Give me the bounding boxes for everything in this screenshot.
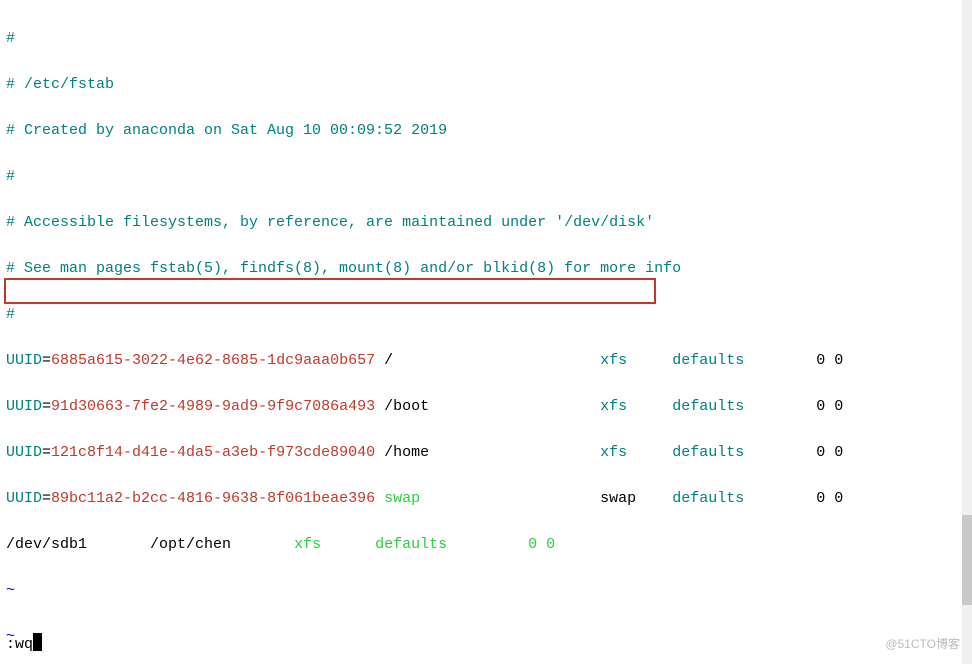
vim-command-text: :wq xyxy=(6,636,33,653)
device: /dev/sdb1 xyxy=(6,536,87,553)
fs-type: xfs xyxy=(600,444,627,461)
comment-line: # Created by anaconda on Sat Aug 10 00:0… xyxy=(6,122,447,139)
dump-pass: 0 0 xyxy=(816,352,843,369)
fs-type: xfs xyxy=(600,398,627,415)
vim-command-line[interactable]: :wq xyxy=(6,633,42,656)
comment-line: # xyxy=(6,30,15,47)
uuid-key: UUID xyxy=(6,490,42,507)
fs-type: xfs xyxy=(294,536,321,553)
dump-pass: 0 0 xyxy=(816,398,843,415)
uuid-value: 89bc11a2-b2cc-4816-9638-8f061beae396 xyxy=(51,490,375,507)
uuid-value: 121c8f14-d41e-4da5-a3eb-f973cde89040 xyxy=(51,444,375,461)
options: defaults xyxy=(672,490,744,507)
mount-point: swap xyxy=(384,490,420,507)
uuid-value: 6885a615-3022-4e62-8685-1dc9aaa0b657 xyxy=(51,352,375,369)
dump-pass: 0 0 xyxy=(528,536,555,553)
dump-pass: 0 0 xyxy=(816,444,843,461)
comment-line: # /etc/fstab xyxy=(6,76,114,93)
terminal-editor[interactable]: # # /etc/fstab # Created by anaconda on … xyxy=(6,4,960,660)
fstab-entry: UUID=91d30663-7fe2-4989-9ad9-9f9c7086a49… xyxy=(6,395,960,418)
fstab-entry: UUID=89bc11a2-b2cc-4816-9638-8f061beae39… xyxy=(6,487,960,510)
options: defaults xyxy=(375,536,447,553)
fstab-entry: UUID=6885a615-3022-4e62-8685-1dc9aaa0b65… xyxy=(6,349,960,372)
mount-point: /boot xyxy=(384,398,429,415)
options: defaults xyxy=(672,398,744,415)
dump-pass: 0 0 xyxy=(816,490,843,507)
uuid-value: 91d30663-7fe2-4989-9ad9-9f9c7086a493 xyxy=(51,398,375,415)
fstab-entry: UUID=121c8f14-d41e-4da5-a3eb-f973cde8904… xyxy=(6,441,960,464)
comment-line: # xyxy=(6,168,15,185)
mount-point: /opt/chen xyxy=(150,536,231,553)
equals: = xyxy=(42,444,51,461)
fs-type: swap xyxy=(600,490,636,507)
equals: = xyxy=(42,352,51,369)
comment-line: # xyxy=(6,306,15,323)
cursor xyxy=(33,633,42,651)
comment-line: # Accessible filesystems, by reference, … xyxy=(6,214,654,231)
uuid-key: UUID xyxy=(6,352,42,369)
uuid-key: UUID xyxy=(6,444,42,461)
scroll-thumb[interactable] xyxy=(962,515,972,605)
scrollbar[interactable] xyxy=(962,0,972,664)
vim-tilde: ~ xyxy=(6,582,15,599)
options: defaults xyxy=(672,352,744,369)
options: defaults xyxy=(672,444,744,461)
fstab-new-entry: /dev/sdb1 /opt/chen xfs defaults 0 0 xyxy=(6,533,960,556)
mount-point: /home xyxy=(384,444,429,461)
mount-point: / xyxy=(384,352,393,369)
fs-type: xfs xyxy=(600,352,627,369)
watermark: @51CTO博客 xyxy=(885,633,960,656)
uuid-key: UUID xyxy=(6,398,42,415)
comment-line: # See man pages fstab(5), findfs(8), mou… xyxy=(6,260,681,277)
equals: = xyxy=(42,490,51,507)
equals: = xyxy=(42,398,51,415)
